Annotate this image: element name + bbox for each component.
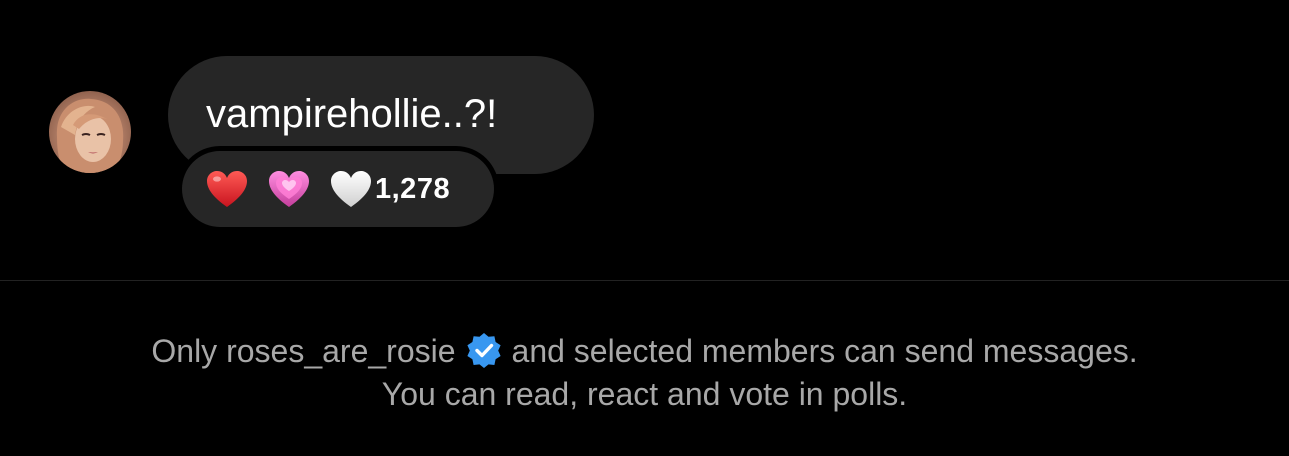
- avatar[interactable]: [49, 91, 131, 173]
- notice-line-1: Only roses_are_rosie and selected member…: [0, 330, 1289, 373]
- red-heart-icon: [207, 171, 247, 207]
- notice-username[interactable]: roses_are_rosie: [226, 333, 455, 369]
- divider: [0, 280, 1289, 281]
- reaction-count: 1,278: [375, 172, 451, 205]
- avatar-photo: [56, 98, 124, 173]
- verified-badge-icon: [466, 333, 501, 368]
- reactions-pill[interactable]: 1,278: [177, 146, 499, 232]
- sparkling-pink-heart-icon: [269, 171, 309, 207]
- notice-suffix: and selected members can send messages.: [511, 333, 1138, 369]
- white-heart-icon: [331, 171, 371, 207]
- message-text: vampirehollie..?!: [206, 92, 498, 136]
- notice-line-2: You can read, react and vote in polls.: [381, 376, 908, 412]
- notice-prefix: Only: [151, 333, 218, 369]
- messaging-restriction-notice: Only roses_are_rosie and selected member…: [0, 330, 1289, 416]
